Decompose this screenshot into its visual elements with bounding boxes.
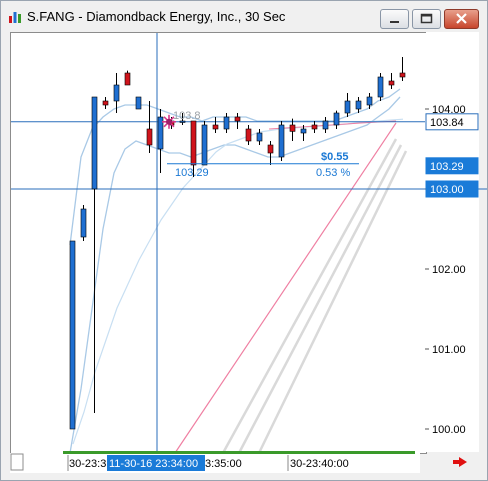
candle-body [278,124,285,158]
cursor-price-label: 103.8 [173,110,201,122]
candle-body [234,116,241,122]
candle-body [355,100,362,110]
price-marker-label: 103.29 [430,161,464,173]
candle-body [300,128,307,134]
candle-body [256,132,263,142]
candle [201,121,208,166]
candle-body [102,100,109,106]
candle [311,121,318,133]
channel-line-2 [257,150,408,454]
volume-strip [63,451,415,454]
time-label-left: 30-23:3 [69,458,106,470]
candle [212,117,219,133]
candle [135,96,142,110]
candle-body [333,112,340,126]
measure-change-label: $0.55 [321,151,349,163]
candle [91,96,98,413]
candle-body [190,120,197,166]
candle-body [366,96,373,106]
candle-body [311,124,318,130]
candle [69,240,76,430]
chart-window: S.FANG - Diamondback Energy, Inc., 30 Se… [0,0,488,481]
candle [124,70,131,86]
crosshair-cursor-icon [162,114,176,129]
time-label-right: 30-23:40:00 [290,458,349,470]
arrow-right-icon[interactable] [453,457,467,467]
candle [146,101,153,153]
price-tick-label: 100.00 [432,424,466,436]
candle [245,125,252,145]
candle [344,93,351,117]
price-tick-label: 101.00 [432,344,466,356]
time-label-after: 3:35:00 [205,458,242,470]
band-mid-line [72,118,404,445]
band-lower-line [69,96,401,454]
candle [322,117,329,133]
candle-body [69,240,76,430]
bands-layer [69,88,408,454]
candle-body [399,72,406,78]
measure-start-label: 103.29 [175,167,209,179]
candle-body [91,96,98,190]
candle [355,97,362,113]
candle [377,73,384,101]
candlestick-chart[interactable]: 103.29 $0.55 0.53 % 103.8 104.00103.0010… [1,1,487,480]
price-marker-label: 103.84 [430,117,464,129]
candle-body [135,96,142,110]
price-axis-labels: 104.00103.00102.00101.00100.00103.84103.… [425,104,479,436]
candle [234,113,241,129]
time-axis-labels: 30-23:3 11-30-16 23:34:00 3:35:00 30-23:… [10,451,467,471]
candle-body [201,124,208,166]
candle-body [289,124,296,132]
candle-body [245,128,252,142]
channel-line-0 [221,138,398,454]
time-scroll-handle[interactable] [10,453,24,471]
time-label-highlight: 11-30-16 23:34:00 [109,458,198,470]
price-tick-label: 102.00 [432,264,466,276]
candle-body [80,208,87,238]
candle [333,110,340,129]
candle [157,109,164,173]
candle-body [223,116,230,130]
candle [102,97,109,109]
candle [388,73,395,89]
candle-body [377,76,384,98]
candle-body [388,80,395,86]
candle-body [113,84,120,102]
candle [278,121,285,161]
candle-body [212,124,219,130]
candle-body [322,120,329,130]
price-marker-label: 103.00 [430,184,464,196]
candle-body [344,100,351,114]
channel-line-1 [237,144,403,454]
measure-percent-label: 0.53 % [316,167,350,179]
candle [80,205,87,241]
candle [399,57,406,81]
candle-body [124,72,131,86]
reference-lines-layer [11,33,487,452]
candle [223,113,230,133]
candle [267,141,274,165]
candle-body [267,144,274,154]
candle-body [146,128,153,146]
